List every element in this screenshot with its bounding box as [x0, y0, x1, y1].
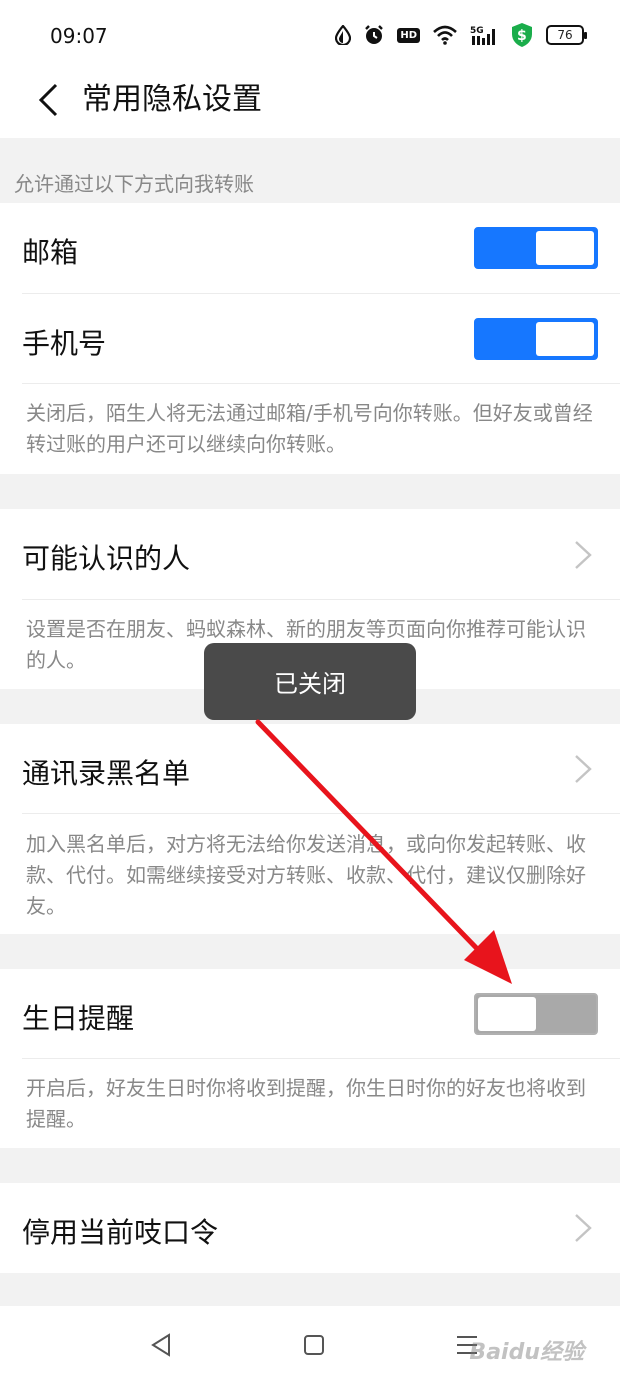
system-back-button[interactable]	[146, 1330, 176, 1360]
birthday-label: 生日提醒	[22, 1002, 135, 1035]
phone-toggle[interactable]	[474, 318, 598, 360]
signal-icon: 5G	[470, 24, 498, 46]
toggle-knob	[536, 231, 594, 265]
system-nav-bar: Baidu经验	[0, 1306, 620, 1386]
phone-label: 手机号	[22, 327, 107, 360]
back-button[interactable]	[28, 80, 68, 120]
page-title: 常用隐私设置	[82, 82, 262, 117]
svg-text:5G: 5G	[470, 26, 484, 36]
birthday-toggle[interactable]	[474, 993, 598, 1035]
toast: 已关闭	[204, 643, 416, 720]
people-label: 可能认识的人	[22, 542, 191, 575]
chevron-right-icon	[575, 1214, 592, 1242]
email-toggle[interactable]	[474, 227, 598, 269]
status-icons: HD 5G $ 76	[335, 22, 587, 48]
chevron-right-icon	[575, 755, 592, 783]
system-home-button[interactable]	[299, 1330, 329, 1360]
people-row[interactable]: 可能认识的人	[0, 509, 620, 600]
alarm-icon	[363, 24, 385, 46]
birthday-row: 生日提醒	[0, 969, 620, 1059]
square-home-icon	[304, 1335, 324, 1355]
battery-icon: 76	[546, 25, 587, 45]
wifi-icon	[432, 25, 458, 45]
nav-bar: 常用隐私设置	[0, 70, 620, 138]
chevron-right-icon	[575, 541, 592, 569]
transfer-description: 关闭后，陌生人将无法通过邮箱/手机号向你转账。但好友或曾经转过账的用户还可以继续…	[0, 384, 620, 474]
blacklist-description: 加入黑名单后，对方将无法给你发送消息，或向你发起转账、收款、代付。如需继续接受对…	[0, 814, 620, 934]
toggle-knob	[536, 322, 594, 356]
back-chevron-icon	[38, 83, 58, 117]
email-label: 邮箱	[22, 236, 79, 269]
status-time: 09:07	[50, 24, 108, 48]
water-drop-icon	[335, 25, 352, 45]
phone-row: 手机号	[0, 294, 620, 384]
toggle-knob	[478, 997, 536, 1031]
watermark: Baidu经验	[469, 1340, 584, 1365]
blacklist-label: 通讯录黑名单	[22, 757, 191, 790]
email-row: 邮箱	[0, 203, 620, 294]
shield-dollar-icon: $	[510, 22, 534, 48]
triangle-back-icon	[151, 1333, 170, 1357]
svg-text:$: $	[517, 28, 527, 44]
blacklist-row[interactable]: 通讯录黑名单	[0, 724, 620, 814]
password-row[interactable]: 停用当前吱口令	[0, 1183, 620, 1273]
birthday-description: 开启后，好友生日时你将收到提醒，你生日时你的好友也将收到提醒。	[0, 1059, 620, 1148]
transfer-section-header: 允许通过以下方式向我转账	[14, 172, 254, 196]
password-label: 停用当前吱口令	[22, 1216, 219, 1249]
status-bar: 09:07 HD 5G $ 76	[0, 0, 620, 70]
hd-icon: HD	[397, 27, 420, 43]
